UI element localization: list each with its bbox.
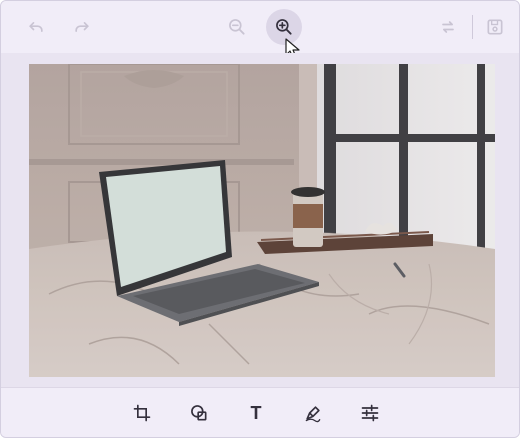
shapes-tool-button[interactable]: [187, 401, 211, 425]
sliders-icon: [361, 404, 379, 422]
image-editor: T: [0, 0, 520, 438]
reset-icon: [442, 21, 454, 33]
crop-tool-button[interactable]: [130, 401, 154, 425]
crop-icon: [133, 404, 151, 422]
undo-button[interactable]: [18, 9, 54, 45]
save-button[interactable]: [477, 9, 513, 45]
bottom-toolbar: T: [1, 387, 519, 437]
toolbar-divider: [472, 15, 473, 39]
redo-button[interactable]: [64, 9, 100, 45]
undo-icon: [29, 22, 43, 32]
draw-tool-button[interactable]: [301, 401, 325, 425]
pen-icon: [305, 406, 321, 423]
save-icon: [487, 19, 503, 35]
zoom-out-icon: [229, 19, 245, 35]
adjust-tool-button[interactable]: [358, 401, 382, 425]
laptop-photo-image: [29, 64, 495, 377]
text-icon: T: [250, 403, 262, 423]
reset-button[interactable]: [430, 9, 466, 45]
top-toolbar: [1, 1, 519, 59]
zoom-out-button[interactable]: [219, 9, 255, 45]
shapes-icon: [191, 405, 207, 421]
redo-icon: [75, 22, 89, 32]
text-tool-button[interactable]: T: [244, 401, 268, 425]
edited-image[interactable]: [29, 64, 495, 377]
zoom-in-icon: [276, 19, 292, 35]
